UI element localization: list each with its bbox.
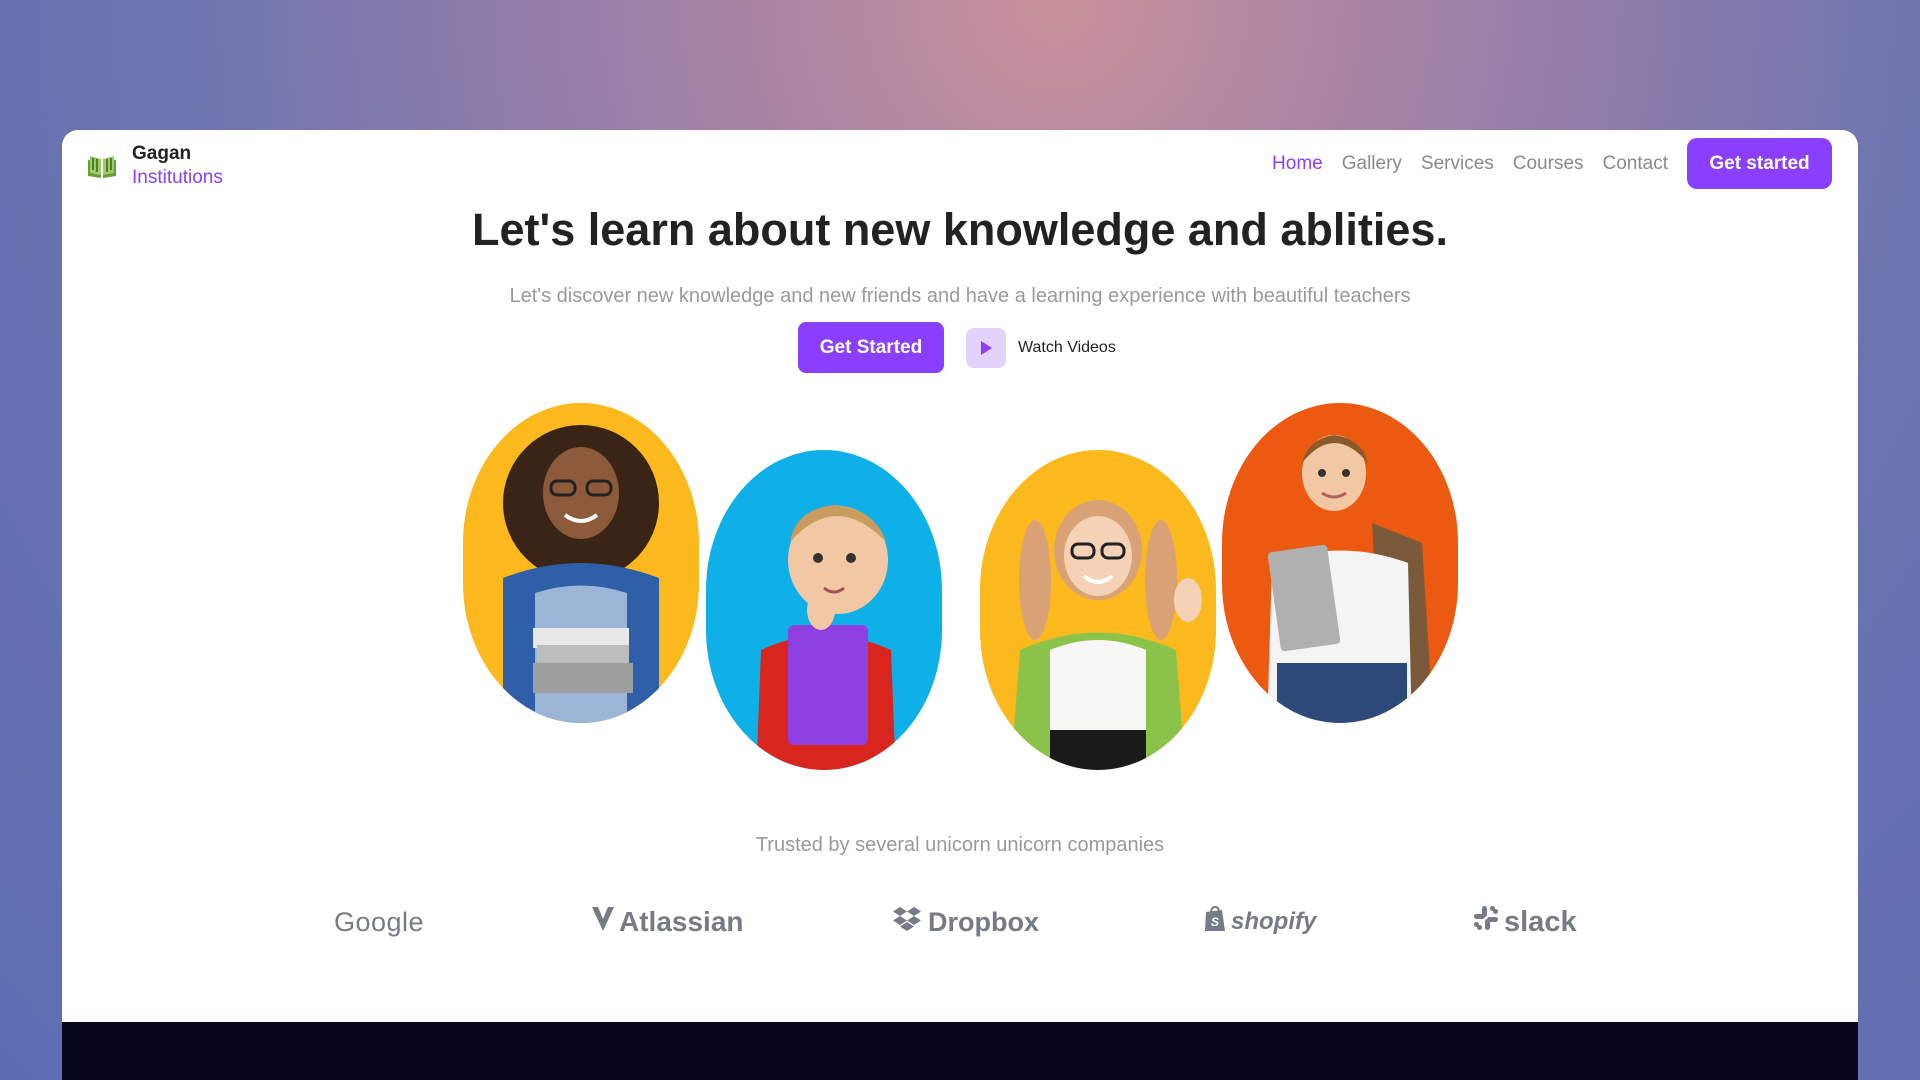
- shopify-logo: S shopify: [1203, 902, 1316, 942]
- kid-photo-2: [706, 450, 942, 770]
- hero-actions: Get Started Watch Videos: [798, 322, 1116, 373]
- footer-band: [62, 1022, 1858, 1080]
- kid-photo-3: [980, 450, 1216, 770]
- watch-videos-button[interactable]: Watch Videos: [966, 327, 1116, 368]
- slack-icon: [1472, 904, 1500, 940]
- brand[interactable]: Gagan Institutions: [86, 142, 223, 190]
- play-icon: [966, 327, 1006, 368]
- shopify-bag-icon: S: [1203, 905, 1227, 940]
- nav-courses[interactable]: Courses: [1513, 153, 1584, 175]
- brand-name: Gagan: [132, 143, 192, 164]
- kid-photo-4: [1222, 403, 1458, 723]
- svg-text:S: S: [1211, 915, 1219, 929]
- get-started-button[interactable]: Get Started: [798, 322, 944, 373]
- nav-contact[interactable]: Contact: [1603, 153, 1668, 175]
- brand-sub: Institutions: [132, 167, 223, 188]
- open-book-icon: [86, 152, 118, 180]
- navbar: Gagan Institutions Home Gallery Services…: [62, 130, 1858, 200]
- page-card: Gagan Institutions Home Gallery Services…: [62, 130, 1858, 1080]
- nav-services[interactable]: Services: [1421, 153, 1494, 175]
- hero-title: Let's learn about new knowledge and abli…: [472, 204, 1448, 255]
- nav-home[interactable]: Home: [1272, 153, 1323, 175]
- nav-gallery[interactable]: Gallery: [1342, 153, 1402, 175]
- slack-logo: slack: [1472, 902, 1577, 942]
- trusted-text: Trusted by several unicorn unicorn compa…: [755, 834, 1165, 856]
- google-logo: Google: [334, 906, 425, 937]
- watch-videos-label: Watch Videos: [1018, 338, 1116, 356]
- dropbox-logo: Dropbox: [892, 902, 1039, 942]
- atlassian-icon: [589, 905, 617, 940]
- hero-subtitle: Let's discover new knowledge and new fri…: [509, 285, 1411, 307]
- kid-photo-1: [463, 403, 699, 723]
- partner-logos: Google Atlassian Dropbox S shopify slack: [62, 902, 1858, 952]
- nav-links: Home Gallery Services Courses Contact Ge…: [1253, 138, 1832, 189]
- get-started-nav-button[interactable]: Get started: [1687, 138, 1832, 189]
- atlassian-logo: Atlassian: [589, 902, 744, 942]
- dropbox-icon: [892, 905, 922, 940]
